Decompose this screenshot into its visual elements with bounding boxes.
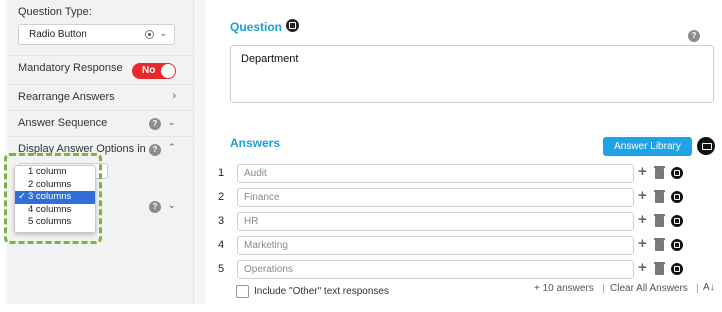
mandatory-toggle[interactable]: No: [132, 63, 176, 79]
answer-row: 1 Audit +: [218, 163, 698, 183]
radio-button-icon: [145, 30, 154, 39]
chevron-down-icon: ⌄: [168, 117, 176, 127]
answer-number: 3: [218, 215, 225, 227]
separator: |: [602, 283, 605, 294]
trash-icon[interactable]: [654, 262, 665, 275]
help-icon[interactable]: ?: [149, 118, 161, 130]
question-section-title: Question: [230, 20, 283, 34]
chat-icon[interactable]: [697, 137, 715, 155]
question-editor-panel: Question ? Department Answers Answer Lib…: [206, 0, 718, 304]
add-icon[interactable]: +: [638, 211, 647, 228]
media-icon[interactable]: [671, 263, 683, 275]
add-icon[interactable]: +: [638, 163, 647, 180]
mandatory-response-row: Mandatory Response No: [8, 55, 194, 81]
trash-icon[interactable]: [654, 166, 665, 179]
add-ten-answers-link[interactable]: + 10 answers: [534, 283, 594, 294]
include-other-checkbox[interactable]: [236, 285, 249, 298]
toggle-knob: [161, 64, 175, 78]
question-type-value: Radio Button: [29, 29, 87, 40]
answer-number: 4: [218, 239, 225, 251]
mandatory-toggle-label: No: [142, 65, 156, 76]
rearrange-answers-row[interactable]: Rearrange Answers ›: [8, 84, 194, 110]
answers-section-title: Answers: [230, 136, 281, 150]
media-icon[interactable]: [671, 215, 683, 227]
answer-number: 5: [218, 263, 225, 275]
sort-icon[interactable]: A↓: [703, 282, 715, 293]
question-type-label: Question Type:: [18, 6, 92, 18]
answer-number: 1: [218, 167, 225, 179]
answer-library-button[interactable]: Answer Library: [603, 137, 692, 156]
mandatory-response-label: Mandatory Response: [18, 62, 123, 74]
media-icon[interactable]: [671, 191, 683, 203]
help-icon[interactable]: ?: [149, 201, 161, 213]
question-text-input[interactable]: Department: [230, 45, 714, 103]
add-icon[interactable]: +: [638, 235, 647, 252]
answer-row: 4 Marketing +: [218, 235, 698, 255]
answer-sequence-label: Answer Sequence: [18, 117, 108, 129]
answer-row: 2 Finance +: [218, 187, 698, 207]
clear-all-answers-link[interactable]: Clear All Answers: [610, 283, 688, 294]
add-icon[interactable]: +: [638, 187, 647, 204]
help-icon[interactable]: ?: [149, 144, 161, 156]
answer-input[interactable]: HR: [237, 212, 634, 231]
answer-number: 2: [218, 191, 225, 203]
chevron-down-icon: ⌄: [168, 200, 176, 210]
rearrange-answers-label: Rearrange Answers: [18, 91, 115, 103]
answer-input[interactable]: Operations: [237, 260, 634, 279]
chevron-down-icon: ⌄: [159, 28, 167, 38]
add-icon[interactable]: +: [638, 259, 647, 276]
answer-input[interactable]: Audit: [237, 164, 634, 183]
trash-icon[interactable]: [654, 238, 665, 251]
chevron-right-icon: ›: [172, 90, 176, 102]
media-icon[interactable]: [671, 167, 683, 179]
media-icon[interactable]: [671, 239, 683, 251]
question-type-select[interactable]: Radio Button ⌄: [18, 24, 175, 45]
include-other-label: Include "Other" text responses: [254, 286, 389, 297]
highlight-annotation: [4, 153, 102, 244]
trash-icon[interactable]: [654, 214, 665, 227]
question-settings-panel: Question Type: Radio Button ⌄ Mandatory …: [8, 0, 194, 304]
answer-input[interactable]: Finance: [237, 188, 634, 207]
trash-icon[interactable]: [654, 190, 665, 203]
help-icon[interactable]: ?: [688, 30, 700, 42]
answer-sequence-row[interactable]: Answer Sequence ? ⌄: [8, 110, 194, 136]
media-icon[interactable]: [286, 19, 299, 32]
answer-row: 5 Operations +: [218, 259, 698, 279]
answer-row: 3 HR +: [218, 211, 698, 231]
answer-input[interactable]: Marketing: [237, 236, 634, 255]
separator: |: [696, 283, 699, 294]
chevron-up-icon: ⌃: [168, 142, 176, 152]
